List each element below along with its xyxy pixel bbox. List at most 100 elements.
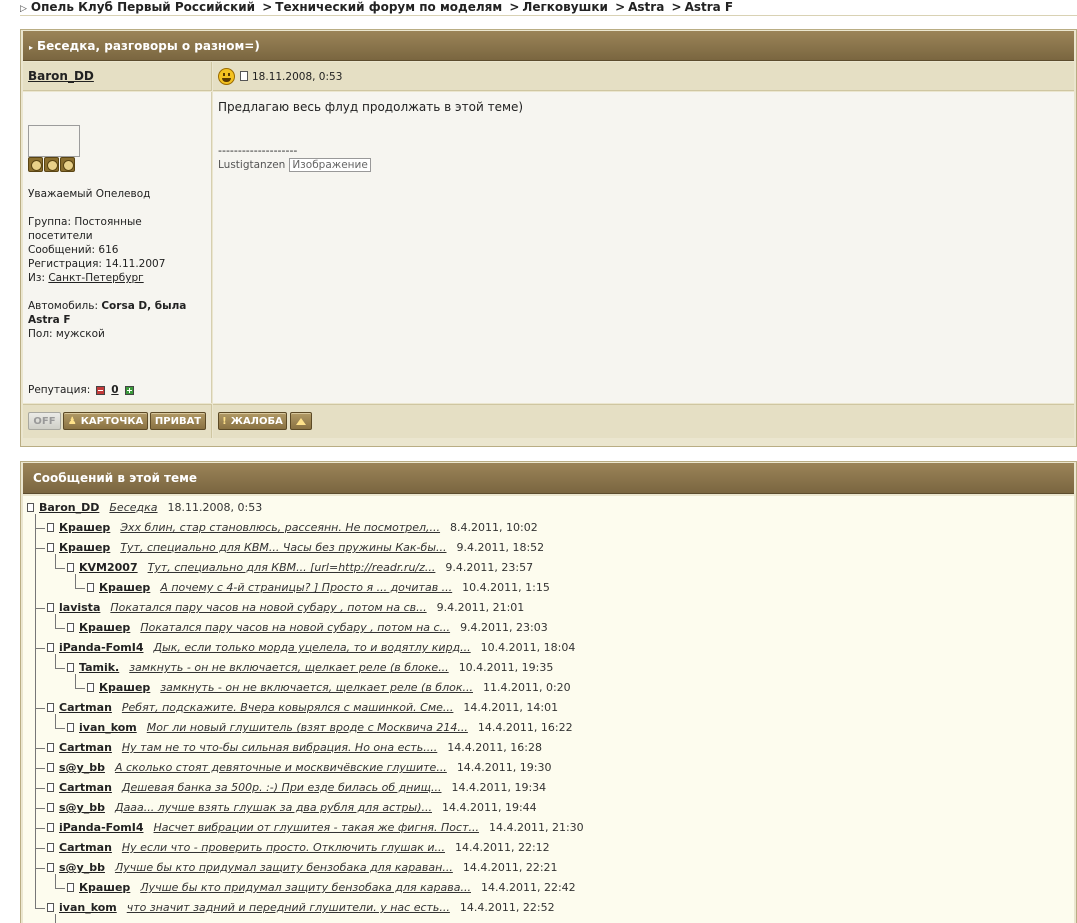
thread-row-snippet-link[interactable]: Лучше бы кто придумал защиту бензобака д… <box>140 881 471 894</box>
thread-row-author-link[interactable]: Крашер <box>99 681 150 694</box>
post-document-icon <box>47 903 54 912</box>
tree-connector <box>75 688 85 689</box>
rank-stars <box>28 157 75 173</box>
thread-row-snippet-link[interactable]: Насчет вибрации от глушитея - такая же ф… <box>154 821 479 834</box>
thread-row-author-link[interactable]: Baron_DD <box>39 501 99 514</box>
thread-row-date: 11.4.2011, 0:20 <box>482 681 571 694</box>
breadcrumb-separator: > <box>615 0 626 14</box>
tree-connector <box>35 608 45 609</box>
thread-row-snippet-link[interactable]: замкнуть - он не включается, щелкает рел… <box>160 681 473 694</box>
thread-row-author-link[interactable]: Cartman <box>59 841 112 854</box>
thread-row-author-link[interactable]: iPanda-FomI4 <box>59 821 144 834</box>
thread-row-author-link[interactable]: s@y_bb <box>59 861 105 874</box>
breadcrumb-item-astra-f[interactable]: Astra F <box>685 0 734 14</box>
thread-row: Крашер А почему с 4-й страницы? ] Просто … <box>87 580 550 596</box>
post-document-icon <box>67 563 74 572</box>
thread-row-snippet-link[interactable]: замкнуть - он не включается, щелкает рел… <box>129 661 448 674</box>
thread-row-author-link[interactable]: Крашер <box>59 541 110 554</box>
thread-row-date: 9.4.2011, 21:01 <box>436 601 525 614</box>
thread-row-author-link[interactable]: s@y_bb <box>59 761 105 774</box>
thread-row-snippet-link[interactable]: А сколько стоят девяточные и москвичёвск… <box>115 761 447 774</box>
post-document-icon <box>47 823 54 832</box>
thread-row-snippet-link[interactable]: Мог ли новый глушитель (взят вроде с Мос… <box>147 721 468 734</box>
thread-row-date: 14.4.2011, 22:42 <box>480 881 576 894</box>
author-name-link[interactable]: Baron_DD <box>28 69 94 83</box>
reputation: Репутация: 0 <box>28 384 134 396</box>
triangle-right-icon: ▸ <box>29 43 34 52</box>
post-document-icon <box>47 863 54 872</box>
post-document-icon <box>47 643 54 652</box>
thread-row-snippet-link[interactable]: Ребят, подскажите. Вчера ковырялся с маш… <box>122 701 454 714</box>
online-status-button: OFF <box>28 412 61 430</box>
signature-text: Lustigtanzen <box>218 159 286 171</box>
thread-row-author-link[interactable]: Крашер <box>79 881 130 894</box>
signature: Lustigtanzen Изображение <box>218 158 371 172</box>
rank-star-icon <box>44 157 59 172</box>
thread-row-snippet-link[interactable]: Покатался пару часов на новой субару , п… <box>110 601 426 614</box>
post-document-icon <box>47 603 54 612</box>
thread-row-snippet-link[interactable]: Покатался пару часов на новой субару , п… <box>140 621 450 634</box>
thread-row-author-link[interactable]: lavista <box>59 601 100 614</box>
private-message-button[interactable]: ПРИВАТ <box>150 412 206 430</box>
thread-row-date: 9.4.2011, 18:52 <box>456 541 545 554</box>
thread-row-author-link[interactable]: Cartman <box>59 781 112 794</box>
thread-row-author-link[interactable]: Cartman <box>59 741 112 754</box>
breadcrumb-item-tech-forum[interactable]: Технический форум по моделям <box>275 0 502 14</box>
user-gender: Пол: мужской <box>28 328 105 340</box>
post-document-icon <box>67 883 74 892</box>
breadcrumb-item-club[interactable]: Опель Клуб Первый Российский <box>31 0 255 14</box>
complaint-button[interactable]: ! ЖАЛОБА <box>218 412 287 430</box>
tree-connector <box>55 888 65 889</box>
thread-row-author-link[interactable]: Крашер <box>79 621 130 634</box>
reputation-value[interactable]: 0 <box>111 384 118 396</box>
signature-image[interactable]: Изображение <box>289 158 371 172</box>
thread-row: Cartman Ну если что - проверить просто. О… <box>47 840 550 856</box>
thread-row-author-link[interactable]: Cartman <box>59 701 112 714</box>
tree-connector <box>55 914 56 923</box>
scroll-top-button[interactable] <box>290 412 312 430</box>
reputation-minus-icon[interactable] <box>96 385 106 395</box>
breadcrumb-item-cars[interactable]: Легковушки <box>522 0 607 14</box>
thread-row-snippet-link[interactable]: Эхх блин, стар становлюсь, рассеянн. Не … <box>120 521 440 534</box>
tree-connector <box>35 648 45 649</box>
user-icon: ♟ <box>67 415 77 427</box>
thread-row-snippet-link[interactable]: Дешевая банка за 500р. :-) При езде била… <box>122 781 442 794</box>
tree-connector <box>55 668 65 669</box>
post-header: 18.11.2008, 0:53 <box>213 62 1074 91</box>
thread-row-snippet-link[interactable]: А почему с 4-й страницы? ] Просто я ... … <box>160 581 452 594</box>
thread-row-date: 14.4.2011, 19:30 <box>456 761 552 774</box>
tree-connector <box>35 868 45 869</box>
thread-row-snippet-link[interactable]: Лучше бы кто придумал защиту бензобака д… <box>115 861 453 874</box>
thread-row-snippet-link[interactable]: Тут, специально для КВМ... Часы без пруж… <box>120 541 446 554</box>
thread-row: Крашер Лучше бы кто придумал защиту бензо… <box>67 880 576 896</box>
thread-row-snippet-link[interactable]: Дааа... лучше взять глушак за два рубля … <box>115 801 432 814</box>
thread-row-snippet-link[interactable]: Тут, специально для КВМ... [url=http://r… <box>148 561 436 574</box>
tree-connector <box>55 874 56 888</box>
thread-row-author-link[interactable]: iPanda-FomI4 <box>59 641 144 654</box>
thread-row: ivan_kom что значит задний и передний глу… <box>47 900 555 916</box>
thread-row-author-link[interactable]: Крашер <box>59 521 110 534</box>
thread-row-date: 10.4.2011, 19:35 <box>458 661 554 674</box>
thread-row-snippet-link[interactable]: что значит задний и передний глушители. … <box>127 901 450 914</box>
post-link-icon[interactable] <box>240 71 248 81</box>
post-text: Предлагаю весь флуд продолжать в этой те… <box>218 100 524 114</box>
thread-row-snippet-link[interactable]: Беседка <box>109 501 157 514</box>
thread-row: Крашер Эхх блин, стар становлюсь, рассеян… <box>47 520 538 536</box>
thread-row-snippet-link[interactable]: Дык, если только морда уцелела, то и вод… <box>154 641 471 654</box>
thread-row-snippet-link[interactable]: Ну если что - проверить просто. Отключит… <box>122 841 445 854</box>
thread-row-author-link[interactable]: ivan_kom <box>79 721 137 734</box>
card-button[interactable]: ♟ КАРТОЧКА <box>63 412 148 430</box>
thread-row-author-link[interactable]: ivan_kom <box>59 901 117 914</box>
reputation-plus-icon[interactable] <box>124 385 134 395</box>
user-city-link[interactable]: Санкт-Петербург <box>48 272 143 284</box>
breadcrumb-item-astra[interactable]: Astra <box>628 0 664 14</box>
thread-row-snippet-link[interactable]: Ну там не то что-бы сильная вибрация. Но… <box>122 741 437 754</box>
author-info: Уважаемый Опелевод Группа: Постоянные по… <box>23 92 212 403</box>
thread-row: KVM2007 Тут, специально для КВМ... [url=h… <box>67 560 533 576</box>
user-title: Уважаемый Опелевод <box>28 188 151 200</box>
thread-row-author-link[interactable]: Tamik. <box>79 661 119 674</box>
thread-row-author-link[interactable]: KVM2007 <box>79 561 138 574</box>
tree-connector <box>75 574 76 588</box>
thread-row-author-link[interactable]: s@y_bb <box>59 801 105 814</box>
thread-row-author-link[interactable]: Крашер <box>99 581 150 594</box>
